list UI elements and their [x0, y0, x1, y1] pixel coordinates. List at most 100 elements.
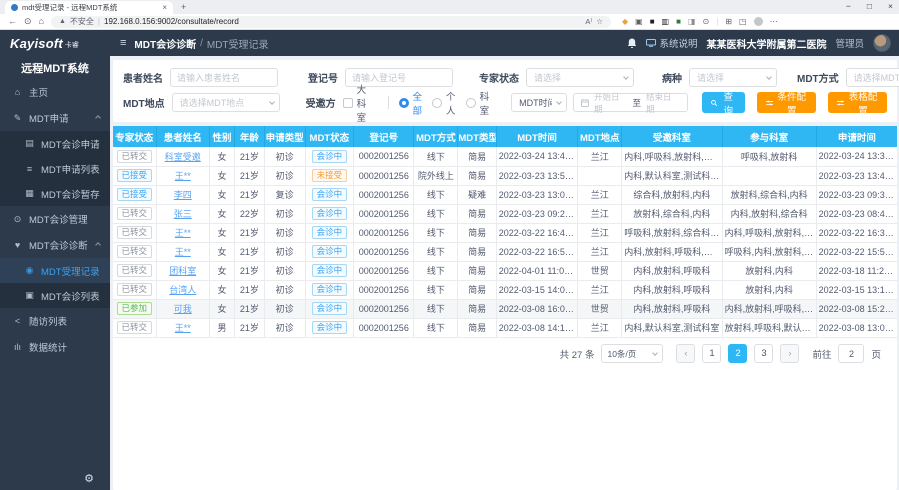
radio-label[interactable]: 全部 [413, 89, 423, 117]
patient-name-link[interactable]: 王** [175, 228, 191, 238]
page-button-2[interactable]: 2 [728, 344, 747, 363]
breadcrumb-parent[interactable]: MDT会诊诊断 [134, 36, 196, 51]
home-nav-icon[interactable]: ⌂ [39, 17, 44, 26]
sidebar-item-statistics[interactable]: ılı 数据统计 [0, 334, 110, 360]
sidebar-menu: ⌂ 主页 ✎ MDT申请 ▤ MDT会诊申请 ≡ MDT申请列表 ▦ [0, 79, 110, 490]
patient-name-link[interactable]: 台湾人 [169, 285, 196, 295]
cell-mdt_status: 会诊中 [305, 185, 354, 204]
page-size-select[interactable]: 10条/页 [601, 344, 663, 363]
radio-label[interactable]: 个人 [446, 89, 456, 117]
user-avatar[interactable] [873, 34, 891, 52]
cell-age: 21岁 [234, 166, 264, 185]
extension-icon-2[interactable]: ▣ [635, 18, 643, 26]
table-config-button[interactable]: 表格配置 [828, 92, 887, 113]
filter-label: MDT地点 [123, 95, 165, 110]
more-menu-icon[interactable]: ⋯ [770, 18, 778, 26]
sidebar-item-mdt-apply[interactable]: ✎ MDT申请 [0, 105, 110, 131]
cell-mdt_type: 简易 [458, 261, 496, 280]
mdt-place-select[interactable]: 请选择MDT地点 [172, 93, 280, 112]
browser-tab[interactable]: mdt受理记录 - 远程MDT系统 × [5, 1, 173, 14]
window-minimize-icon[interactable]: − [846, 1, 851, 11]
sidebar-item-consult-apply[interactable]: ▤ MDT会诊申请 [0, 131, 110, 156]
extension-icon-3[interactable]: ■ [650, 18, 655, 26]
patient-name-link[interactable]: 王** [175, 247, 191, 257]
refresh-icon[interactable]: ⊙ [24, 17, 32, 26]
cell-mdt_mode: 线下 [414, 185, 458, 204]
security-label[interactable]: 不安全 [70, 16, 94, 27]
sidebar-item-followup-list[interactable]: < 随访列表 [0, 308, 110, 334]
page-button-3[interactable]: 3 [754, 344, 773, 363]
cell-gender: 女 [209, 166, 234, 185]
cell-expert_status: 已转交 [113, 242, 156, 261]
goto-page-input[interactable] [838, 344, 864, 363]
notification-bell-icon[interactable] [627, 38, 637, 49]
page-button-1[interactable]: 1 [702, 344, 721, 363]
expert-status-badge: 已转交 [117, 321, 153, 334]
window-maximize-icon[interactable]: □ [867, 1, 872, 11]
favorite-star-icon[interactable]: ☆ [596, 17, 603, 26]
sidebar-item-consult-draft[interactable]: ▦ MDT会诊暂存 [0, 181, 110, 206]
patient-name-link[interactable]: 王** [175, 323, 191, 333]
sidebar-item-mdt-diagnosis[interactable]: ♥ MDT会诊诊断 [0, 232, 110, 258]
patient-name-link[interactable]: 李四 [174, 190, 192, 200]
disease-select[interactable]: 请选择 [689, 68, 777, 87]
patient-name-link[interactable]: 团科室 [169, 266, 196, 276]
patient-name-link[interactable]: 可我 [174, 304, 192, 314]
browser-profile-avatar[interactable] [754, 17, 763, 26]
sync-icon[interactable]: ⊙ [703, 18, 710, 26]
cell-age: 21岁 [234, 242, 264, 261]
cell-name: 科室受邀 [156, 147, 209, 166]
sidebar-item-label: MDT会诊列表 [41, 289, 100, 303]
checkbox-label[interactable]: 大科室 [357, 82, 368, 124]
column-header: 受邀科室 [622, 126, 722, 147]
tab-close-icon[interactable]: × [162, 3, 167, 12]
read-aloud-icon[interactable]: A⁾ [585, 17, 592, 26]
prev-page-button[interactable]: ‹ [676, 344, 695, 363]
patient-name-link[interactable]: 张三 [174, 209, 192, 219]
back-icon[interactable]: ← [8, 17, 17, 26]
user-role[interactable]: 管理员 [835, 36, 864, 50]
settings-gear-icon[interactable]: ⚙ [84, 472, 94, 485]
dept-group-checkbox[interactable] [343, 98, 353, 108]
system-help-link[interactable]: 系统说明 [646, 36, 697, 50]
address-bar[interactable]: ▲ 不安全 | 192.168.0.156:9002/consultate/re… [51, 16, 611, 28]
query-button[interactable]: 查询 [702, 92, 745, 113]
radio-dept[interactable] [466, 98, 476, 108]
cell-invited_depts: 内科,默认科室,测试科室 [622, 318, 722, 337]
table-row: 已转交王**女21岁初诊会诊中0002001256线下简易2022-03-22 … [113, 242, 897, 261]
cell-joined_depts: 放射科,呼吸科,默认科室,测... [722, 318, 816, 337]
patient-name-link[interactable]: 王** [175, 171, 191, 181]
cell-mdt_mode: 线下 [414, 261, 458, 280]
patient-name-link[interactable]: 科室受邀 [165, 152, 201, 162]
cell-mdt_place: 世贸 [578, 261, 622, 280]
time-type-select[interactable]: MDT时间 [511, 93, 567, 112]
expert-status-select[interactable]: 请选择 [526, 68, 634, 87]
sidebar-item-home[interactable]: ⌂ 主页 [0, 79, 110, 105]
radio-personal[interactable] [432, 98, 442, 108]
radio-label[interactable]: 科室 [480, 89, 490, 117]
extension-icon-5[interactable]: ■ [676, 18, 681, 26]
extension-icon-6[interactable]: ◨ [688, 18, 696, 26]
sidebar-item-consult-manage[interactable]: ⊙ MDT会诊管理 [0, 206, 110, 232]
extension-icon-4[interactable]: ▥ [662, 18, 670, 26]
date-range-picker[interactable]: 开始日期 至 结束日期 [573, 93, 688, 112]
new-tab-button[interactable]: + [181, 1, 186, 14]
sidebar-item-label: 数据统计 [29, 340, 67, 354]
sidebar-item-apply-list[interactable]: ≡ MDT申请列表 [0, 156, 110, 181]
sidebar-item-accept-record[interactable]: ◉ MDT受理记录 [0, 258, 110, 283]
extension-icon-1[interactable]: ◆ [622, 18, 628, 26]
window-close-icon[interactable]: × [888, 1, 893, 11]
column-header: 专家状态 [113, 126, 156, 147]
patient-name-input[interactable] [170, 68, 278, 87]
browser-essentials-icon[interactable]: ◳ [739, 18, 747, 26]
collapse-menu-icon[interactable]: ≡ [120, 37, 126, 49]
mdt-mode-select[interactable]: 请选择MDT方式 [846, 68, 899, 87]
condition-config-button[interactable]: 条件配置 [757, 92, 816, 113]
cell-mdt_place: 兰江 [578, 204, 622, 223]
split-screen-icon[interactable]: ⊞ [725, 18, 732, 26]
table-row: 已转交王**女21岁初诊会诊中0002001256线下简易2022-03-22 … [113, 223, 897, 242]
url-text[interactable]: 192.168.0.156:9002/consultate/record [104, 17, 581, 26]
radio-all[interactable] [399, 98, 409, 108]
next-page-button[interactable]: › [780, 344, 799, 363]
sidebar-item-consult-list[interactable]: ▣ MDT会诊列表 [0, 283, 110, 308]
